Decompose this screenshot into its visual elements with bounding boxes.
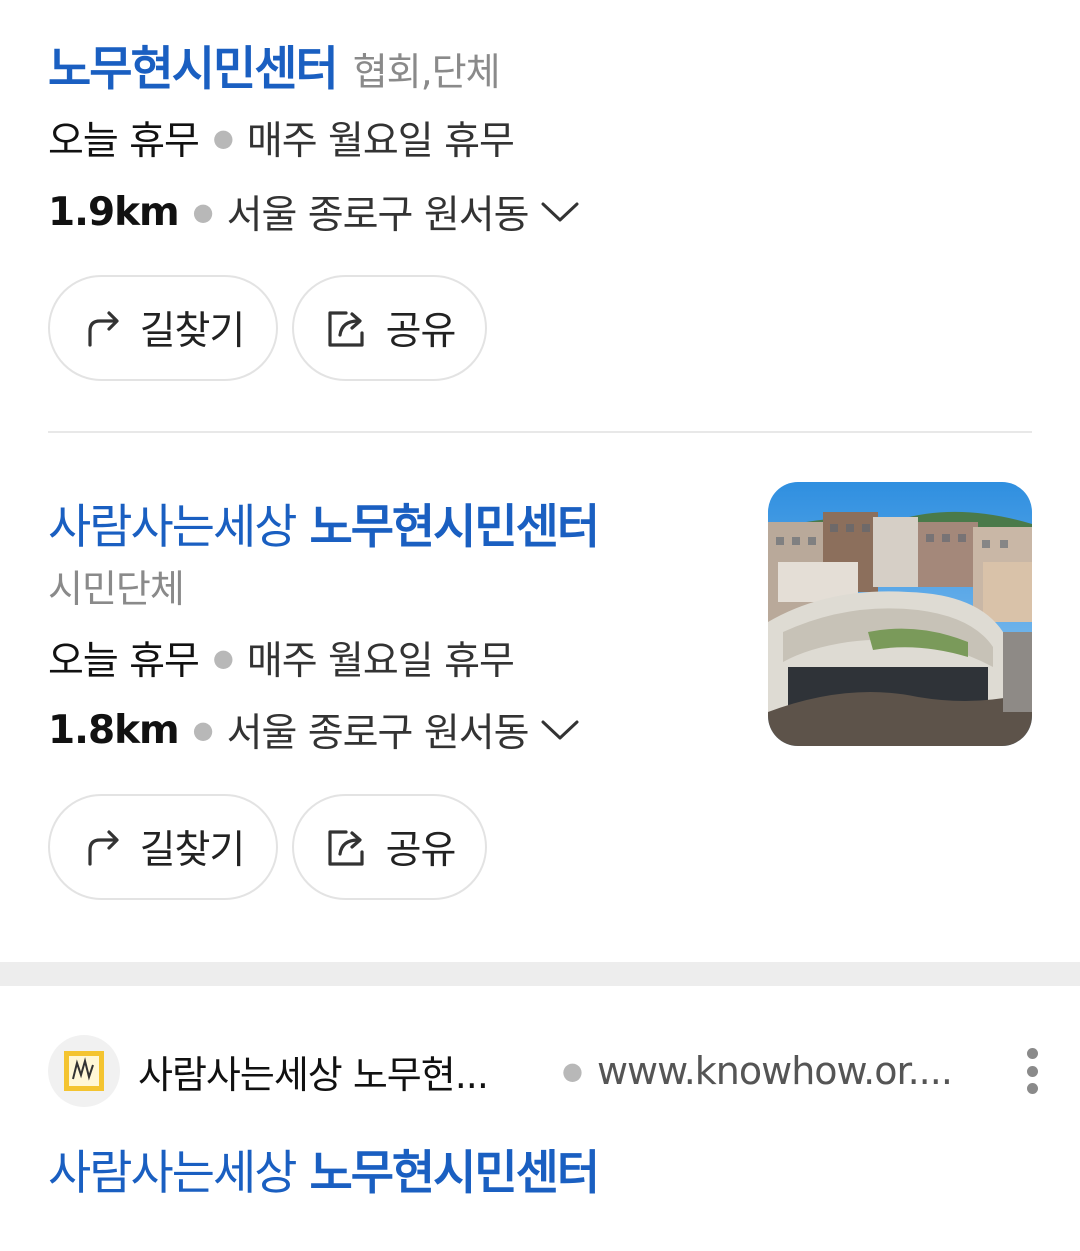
distance: 1.9km <box>48 189 180 235</box>
place-category: 협회,단체 <box>352 50 501 94</box>
share-button[interactable]: 공유 <box>292 794 487 900</box>
site-logo-icon <box>64 1051 104 1091</box>
place-category: 시민단체 <box>48 567 185 611</box>
more-vertical-icon[interactable] <box>1026 1048 1038 1094</box>
directions-label: 길찾기 <box>139 828 246 873</box>
directions-button[interactable]: 길찾기 <box>48 275 278 381</box>
location-row[interactable]: 1.8km ● 서울 종로구 원서동 <box>48 702 580 758</box>
place-title-row[interactable]: 사람사는세상 노무현시민센터 <box>48 488 600 557</box>
place-title-prefix[interactable]: 사람사는세상 <box>48 488 297 557</box>
address: 서울 종로구 원서동 <box>226 193 530 238</box>
hours-status: 오늘 휴무 <box>48 119 200 164</box>
hours-detail: 매주 월요일 휴무 <box>246 119 515 164</box>
address: 서울 종로구 원서동 <box>226 711 530 756</box>
web-result-header[interactable]: 사람사는세상 노무현... ● www.knowhow.or.... <box>48 1034 1038 1108</box>
web-result-title[interactable]: 사람사는세상 노무현시민센터 <box>48 1134 600 1203</box>
building-photo <box>768 482 1032 746</box>
hours-status: 오늘 휴무 <box>48 639 200 684</box>
site-name[interactable]: 사람사는세상 노무현... <box>138 1044 528 1099</box>
place-title-row[interactable]: 노무현시민센터 협회,단체 <box>48 30 501 99</box>
web-title-prefix[interactable]: 사람사는세상 <box>48 1134 297 1203</box>
directions-arrow-icon <box>88 830 119 866</box>
web-title[interactable]: 노무현시민센터 <box>309 1134 600 1203</box>
place-title[interactable]: 노무현시민센터 <box>48 30 339 99</box>
section-separator <box>0 962 1080 986</box>
divider <box>48 431 1032 433</box>
share-button[interactable]: 공유 <box>292 275 487 381</box>
separator-dot: ● <box>192 198 214 226</box>
place-result-card[interactable]: 노무현시민센터 협회,단체 오늘 휴무 ● 매주 월요일 휴무 1.9km ● … <box>0 0 1080 433</box>
share-icon <box>328 311 364 347</box>
distance: 1.8km <box>48 707 180 753</box>
share-label: 공유 <box>385 828 457 873</box>
site-favicon <box>48 1035 120 1107</box>
separator-dot: ● <box>562 1057 583 1085</box>
place-photo[interactable] <box>768 482 1032 746</box>
hours-row: 오늘 휴무 ● 매주 월요일 휴무 <box>48 110 515 166</box>
site-url[interactable]: www.knowhow.or.... <box>597 1049 953 1093</box>
place-title[interactable]: 노무현시민센터 <box>309 488 600 557</box>
hours-row: 오늘 휴무 ● 매주 월요일 휴무 <box>48 630 515 686</box>
chevron-down-icon[interactable] <box>540 201 580 223</box>
directions-arrow-icon <box>88 311 119 347</box>
separator-dot: ● <box>212 124 234 152</box>
place-result-card[interactable]: 사람사는세상 노무현시민센터 시민단체 오늘 휴무 ● 매주 월요일 휴무 1.… <box>0 434 1080 962</box>
share-icon <box>328 830 364 866</box>
separator-dot: ● <box>212 644 234 672</box>
directions-label: 길찾기 <box>139 309 246 354</box>
location-row[interactable]: 1.9km ● 서울 종로구 원서동 <box>48 184 580 240</box>
separator-dot: ● <box>192 716 214 744</box>
chevron-down-icon[interactable] <box>540 719 580 741</box>
directions-button[interactable]: 길찾기 <box>48 794 278 900</box>
hours-detail: 매주 월요일 휴무 <box>246 639 515 684</box>
share-label: 공유 <box>385 309 457 354</box>
